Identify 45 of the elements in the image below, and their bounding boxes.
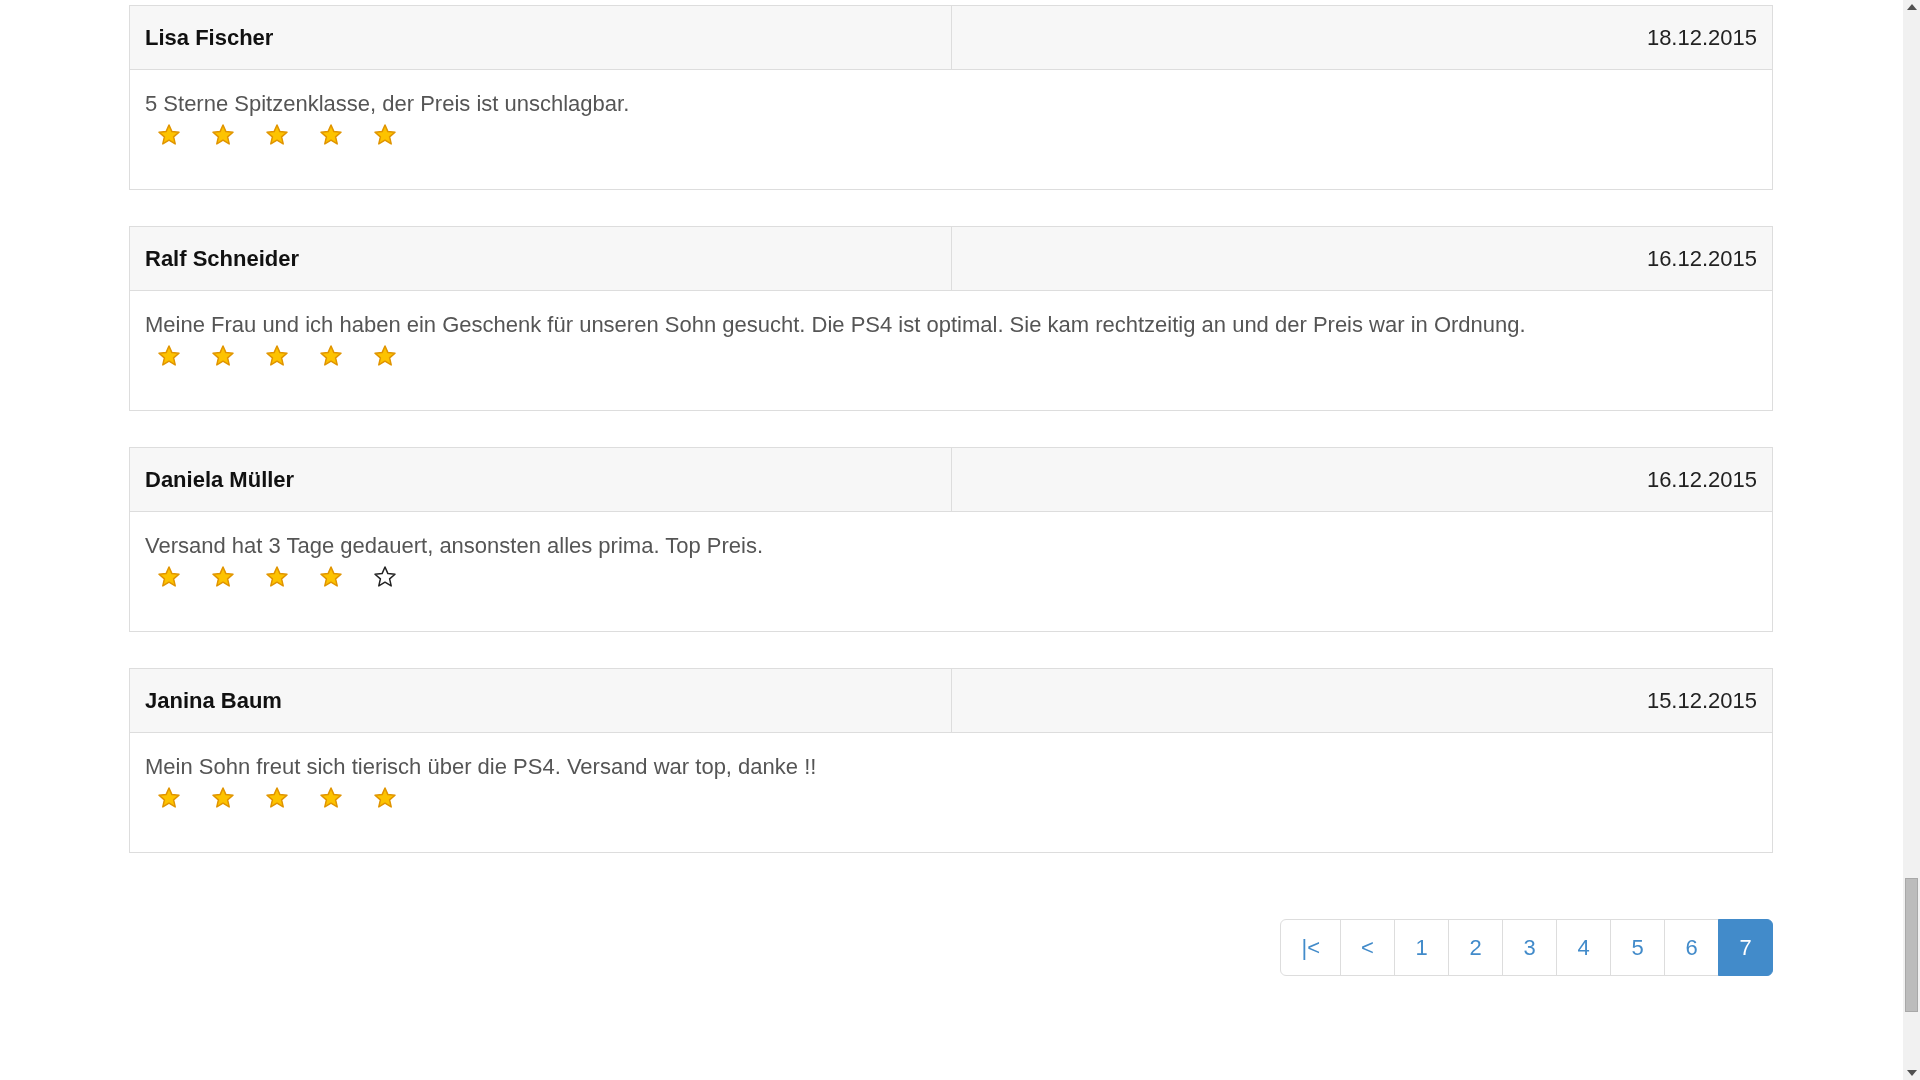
review-date: 16.12.2015 bbox=[1646, 245, 1757, 273]
star-icon bbox=[211, 123, 235, 147]
star-icon bbox=[265, 786, 289, 810]
reviewer-name: Lisa Fischer bbox=[145, 24, 274, 52]
review-date: 18.12.2015 bbox=[1646, 24, 1757, 52]
pagination-link[interactable]: 5 bbox=[1610, 919, 1665, 976]
pagination-link[interactable]: 4 bbox=[1556, 919, 1611, 976]
reviewer-name: Janina Baum bbox=[145, 687, 282, 715]
pagination-link[interactable]: 7 bbox=[1718, 919, 1773, 976]
reviewer-name: Daniela Müller bbox=[145, 466, 295, 494]
star-icon bbox=[319, 786, 343, 810]
scrollbar[interactable] bbox=[1903, 0, 1920, 1080]
star-icon bbox=[319, 565, 343, 589]
star-icon bbox=[157, 565, 181, 589]
star-icon bbox=[319, 123, 343, 147]
star-icon bbox=[373, 123, 397, 147]
star-icon bbox=[265, 123, 289, 147]
review-text: Versand hat 3 Tage gedauert, ansonsten alles prima. Top Preis. bbox=[145, 532, 765, 560]
scroll-down-icon[interactable] bbox=[1906, 1070, 1917, 1076]
pagination-link[interactable]: 3 bbox=[1502, 919, 1557, 976]
pagination-link[interactable]: < bbox=[1340, 919, 1395, 976]
star-icon bbox=[319, 344, 343, 368]
reviewer-name: Ralf Schneider bbox=[145, 245, 300, 273]
star-icon bbox=[211, 565, 235, 589]
review-text: 5 Sterne Spitzenklasse, der Preis ist unschlagbar. bbox=[145, 90, 631, 118]
star-icon bbox=[157, 344, 181, 368]
star-icon bbox=[373, 344, 397, 368]
pagination-link[interactable]: |< bbox=[1280, 919, 1341, 976]
empty-star-icon bbox=[373, 565, 397, 589]
star-icon bbox=[373, 786, 397, 810]
star-icon bbox=[265, 344, 289, 368]
review-text: Meine Frau und ich haben ein Geschenk für unseren Sohn gesucht. Die PS4 ist optimal. Sie kam rechtzeitig an und der Preis war in Ordnung. bbox=[145, 311, 1527, 339]
review-date: 16.12.2015 bbox=[1646, 466, 1757, 494]
star-icon bbox=[211, 344, 235, 368]
star-icon bbox=[211, 786, 235, 810]
pagination-link[interactable]: 2 bbox=[1448, 919, 1503, 976]
star-icon bbox=[157, 786, 181, 810]
scrollbar-thumb[interactable] bbox=[1905, 878, 1918, 1012]
review-text: Mein Sohn freut sich tierisch über die PS4. Versand war top, danke !! bbox=[145, 753, 818, 781]
star-icon bbox=[157, 123, 181, 147]
star-icon bbox=[265, 565, 289, 589]
pagination-link[interactable]: 1 bbox=[1394, 919, 1449, 976]
review-date: 15.12.2015 bbox=[1646, 687, 1757, 715]
scroll-up-icon[interactable] bbox=[1906, 4, 1917, 10]
pagination-link[interactable]: 6 bbox=[1664, 919, 1719, 976]
